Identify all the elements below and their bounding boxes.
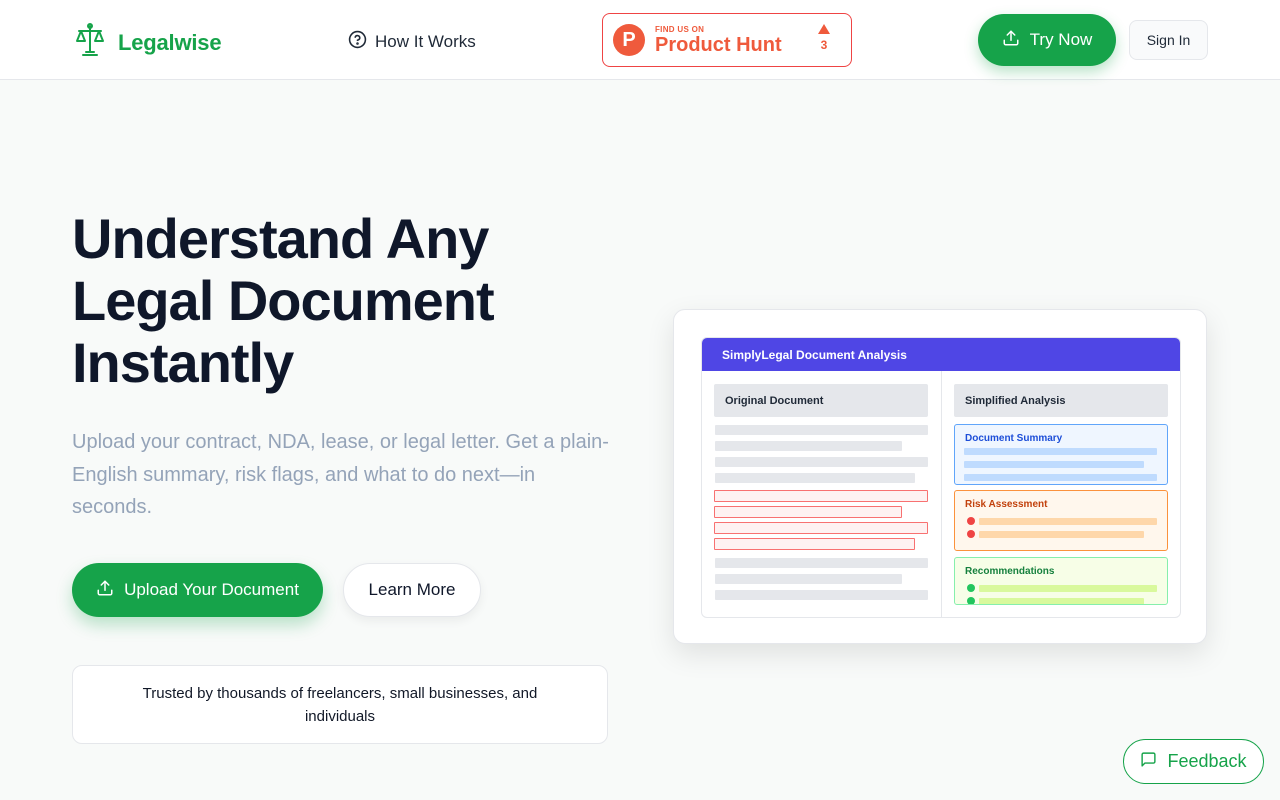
feedback-label: Feedback xyxy=(1167,751,1247,771)
trusted-text: Trusted by thousands of freelancers, sma… xyxy=(142,684,538,725)
sign-in-button[interactable]: Sign In xyxy=(1129,20,1208,60)
text-line xyxy=(715,425,928,435)
recommendation-dot-icon xyxy=(967,597,975,604)
risk-assessment-box: Risk Assessment xyxy=(954,490,1168,551)
feedback-button[interactable]: Feedback xyxy=(1123,739,1264,784)
text-line xyxy=(715,457,928,467)
recommendation-line xyxy=(979,598,1144,604)
recommendation-dot-icon xyxy=(967,584,975,592)
try-now-label: Try Now xyxy=(1029,30,1093,49)
chat-bubble-icon xyxy=(1140,751,1157,773)
producthunt-small-text: FIND US ON xyxy=(655,24,705,34)
top-nav: Legalwise How It Works P FIND US ON Prod… xyxy=(0,0,1280,80)
original-document-title: Original Document xyxy=(714,384,928,417)
document-summary-box: Document Summary xyxy=(954,424,1168,485)
risk-line xyxy=(979,531,1144,538)
text-line xyxy=(715,558,928,568)
document-summary-title: Document Summary xyxy=(965,433,1063,444)
risk-line xyxy=(979,518,1157,525)
summary-line xyxy=(964,474,1157,481)
producthunt-logo: P xyxy=(613,24,645,56)
risk-assessment-title: Risk Assessment xyxy=(965,499,1048,510)
highlighted-risk-line xyxy=(714,522,928,534)
nav-how-label: How It Works xyxy=(375,32,476,51)
learn-more-button[interactable]: Learn More xyxy=(343,563,481,617)
risk-dot-icon xyxy=(967,530,975,538)
text-line xyxy=(715,473,915,483)
hero-title: Understand Any Legal Document Instantly xyxy=(72,207,495,394)
upvote-count: 3 xyxy=(816,24,832,52)
recommendations-box: Recommendations xyxy=(954,557,1168,605)
highlighted-risk-line xyxy=(714,490,928,502)
simplified-analysis-title: Simplified Analysis xyxy=(954,384,1168,417)
producthunt-title: Product Hunt xyxy=(655,33,782,56)
risk-dot-icon xyxy=(967,517,975,525)
nav-how-it-works[interactable]: How It Works xyxy=(348,30,476,54)
highlighted-risk-line xyxy=(714,506,902,518)
simplified-analysis-column: Simplified Analysis Document Summary Ris… xyxy=(942,371,1180,617)
analysis-mockup: SimplyLegal Document Analysis Original D… xyxy=(701,337,1181,618)
upload-icon xyxy=(96,579,114,602)
upload-document-button[interactable]: Upload Your Document xyxy=(72,563,323,617)
mockup-header: SimplyLegal Document Analysis xyxy=(702,338,1180,371)
summary-line xyxy=(964,461,1144,468)
summary-line xyxy=(964,448,1157,455)
recommendations-title: Recommendations xyxy=(965,566,1055,577)
producthunt-badge[interactable]: P FIND US ON Product Hunt 3 xyxy=(602,13,852,67)
highlighted-risk-line xyxy=(714,538,915,550)
recommendation-line xyxy=(979,585,1157,592)
upload-icon xyxy=(1002,29,1020,52)
upvote-triangle-icon xyxy=(818,24,830,34)
help-circle-icon xyxy=(348,30,367,54)
trusted-banner: Trusted by thousands of freelancers, sma… xyxy=(72,665,608,744)
text-line xyxy=(715,590,928,600)
brand-name: Legalwise xyxy=(118,29,222,55)
try-now-button[interactable]: Try Now xyxy=(978,14,1116,66)
text-line xyxy=(715,441,902,451)
brand-logo[interactable]: Legalwise xyxy=(74,22,222,63)
original-document-column: Original Document xyxy=(702,371,942,617)
upload-label: Upload Your Document xyxy=(124,580,299,599)
scales-icon xyxy=(74,22,106,63)
hero-subtitle: Upload your contract, NDA, lease, or leg… xyxy=(72,431,609,518)
text-line xyxy=(715,574,902,584)
upvote-number: 3 xyxy=(820,38,828,52)
analysis-preview-card: SimplyLegal Document Analysis Original D… xyxy=(673,309,1207,644)
